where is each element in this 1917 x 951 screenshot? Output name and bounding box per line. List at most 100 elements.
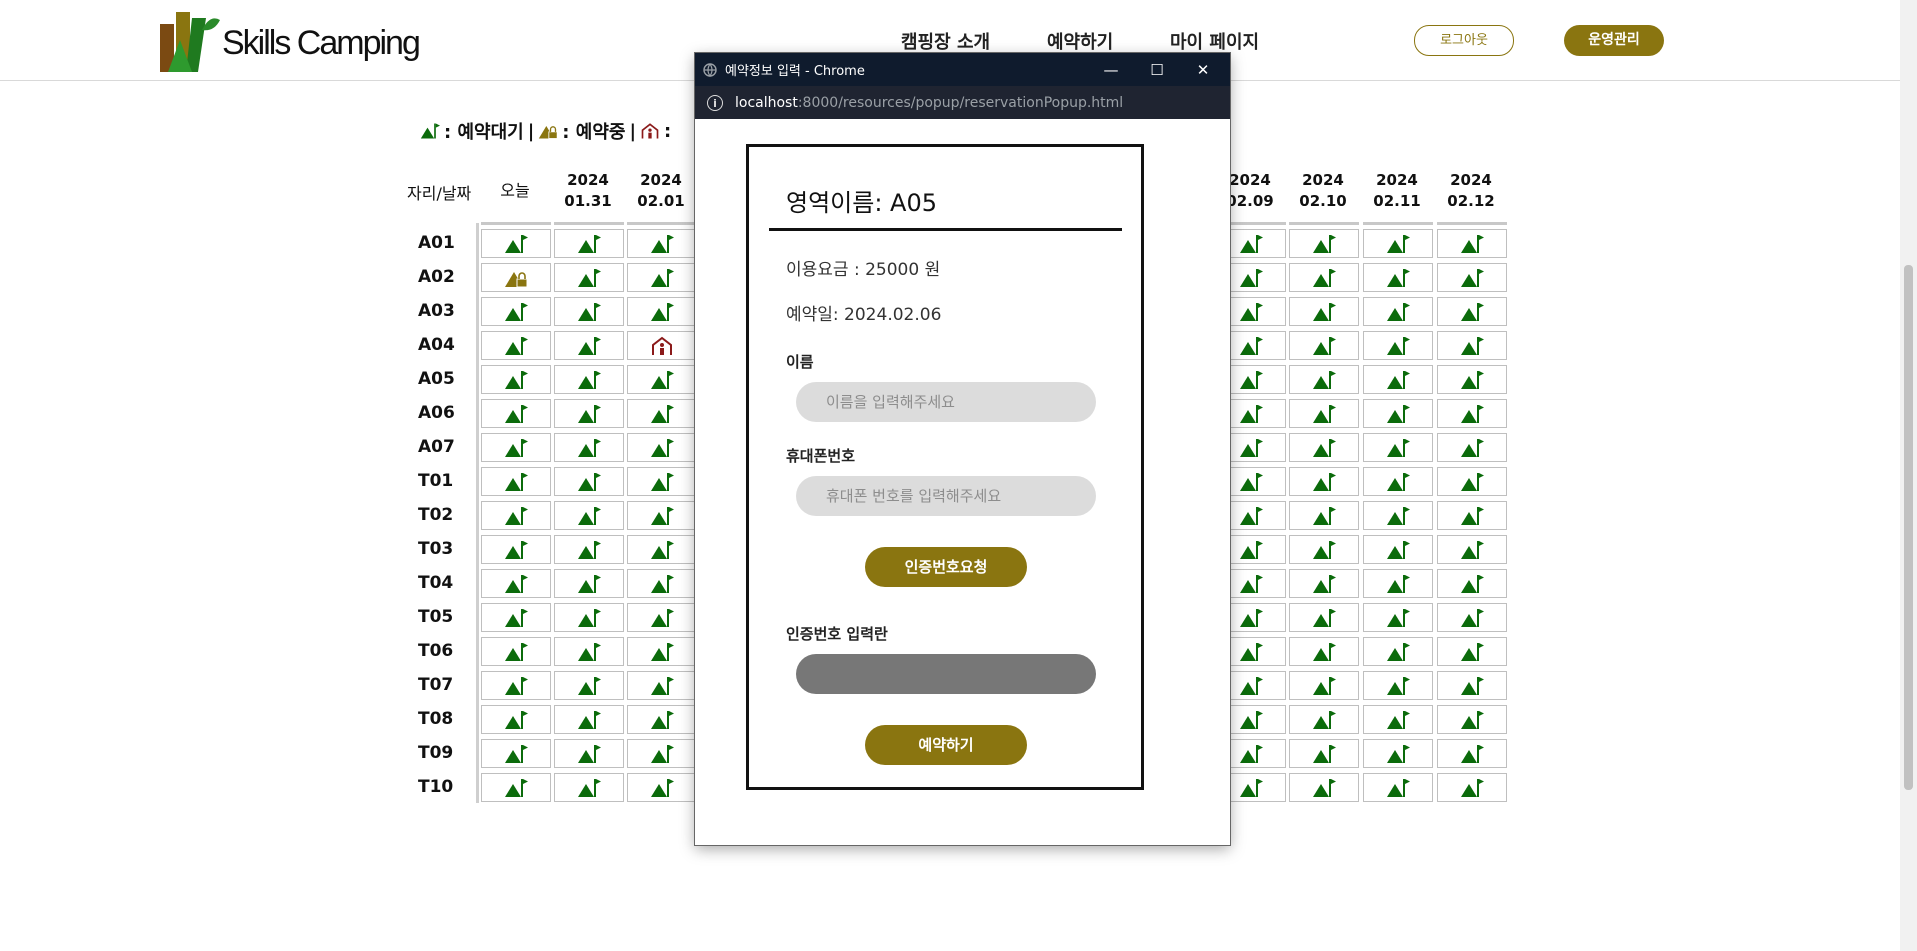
page-scrollbar[interactable]	[1900, 0, 1917, 951]
reservation-cell[interactable]	[554, 501, 624, 530]
reservation-cell[interactable]	[554, 739, 624, 768]
reservation-cell[interactable]	[554, 569, 624, 598]
reservation-cell[interactable]	[1437, 263, 1507, 292]
reservation-cell[interactable]	[1437, 671, 1507, 700]
reservation-cell[interactable]	[1437, 705, 1507, 734]
reservation-cell[interactable]	[627, 229, 697, 258]
reservation-cell[interactable]	[481, 705, 551, 734]
reservation-cell[interactable]	[1437, 501, 1507, 530]
reservation-cell[interactable]	[1363, 399, 1433, 428]
admin-button[interactable]: 운영관리	[1564, 25, 1664, 56]
reservation-cell[interactable]	[1363, 535, 1433, 564]
reservation-cell[interactable]	[1437, 297, 1507, 326]
reservation-cell[interactable]	[627, 535, 697, 564]
reservation-cell[interactable]	[481, 739, 551, 768]
reservation-cell[interactable]	[554, 263, 624, 292]
reservation-cell[interactable]	[1363, 263, 1433, 292]
reservation-cell[interactable]	[1289, 637, 1359, 666]
reservation-cell[interactable]	[1289, 229, 1359, 258]
reservation-cell[interactable]	[554, 603, 624, 632]
reservation-cell[interactable]	[554, 467, 624, 496]
reservation-cell[interactable]	[1437, 773, 1507, 802]
request-code-button[interactable]: 인증번호요청	[865, 547, 1027, 587]
code-input[interactable]	[796, 654, 1096, 694]
reservation-cell[interactable]	[1289, 433, 1359, 462]
reservation-cell[interactable]	[1363, 739, 1433, 768]
reservation-cell[interactable]	[1289, 603, 1359, 632]
reservation-cell[interactable]	[627, 399, 697, 428]
reservation-cell[interactable]	[1363, 365, 1433, 394]
reservation-cell[interactable]	[1437, 433, 1507, 462]
reservation-cell[interactable]	[481, 263, 551, 292]
submit-reservation-button[interactable]: 예약하기	[865, 725, 1027, 765]
reservation-cell[interactable]	[554, 297, 624, 326]
reservation-cell[interactable]	[1289, 297, 1359, 326]
name-input[interactable]	[796, 382, 1096, 422]
reservation-cell[interactable]	[554, 535, 624, 564]
reservation-cell[interactable]	[1289, 705, 1359, 734]
site-logo[interactable]: Skills Camping	[158, 10, 421, 76]
reservation-cell[interactable]	[481, 229, 551, 258]
reservation-cell[interactable]	[1437, 331, 1507, 360]
maximize-icon[interactable]: ☐	[1134, 53, 1180, 86]
close-icon[interactable]: ✕	[1180, 53, 1226, 86]
reservation-cell[interactable]	[481, 671, 551, 700]
reservation-cell[interactable]	[1363, 603, 1433, 632]
reservation-cell[interactable]	[1437, 399, 1507, 428]
reservation-cell[interactable]	[554, 637, 624, 666]
nav-reservation[interactable]: 예약하기	[1047, 28, 1113, 54]
reservation-cell[interactable]	[1437, 603, 1507, 632]
logout-button[interactable]: 로그아웃	[1414, 25, 1514, 56]
reservation-cell[interactable]	[627, 569, 697, 598]
reservation-cell[interactable]	[481, 467, 551, 496]
reservation-cell[interactable]	[1363, 671, 1433, 700]
reservation-cell[interactable]	[554, 433, 624, 462]
reservation-cell[interactable]	[1363, 467, 1433, 496]
reservation-cell[interactable]	[1363, 433, 1433, 462]
reservation-cell[interactable]	[481, 535, 551, 564]
reservation-cell[interactable]	[1437, 739, 1507, 768]
reservation-cell[interactable]	[1363, 773, 1433, 802]
reservation-cell[interactable]	[554, 705, 624, 734]
reservation-cell[interactable]	[481, 331, 551, 360]
reservation-cell[interactable]	[481, 603, 551, 632]
reservation-cell[interactable]	[554, 365, 624, 394]
reservation-cell[interactable]	[554, 229, 624, 258]
popup-address-bar[interactable]: i localhost:8000/resources/popup/reserva…	[695, 86, 1230, 119]
reservation-cell[interactable]	[481, 433, 551, 462]
reservation-cell[interactable]	[1437, 365, 1507, 394]
reservation-cell[interactable]	[627, 467, 697, 496]
reservation-cell[interactable]	[627, 671, 697, 700]
minimize-icon[interactable]: —	[1088, 53, 1134, 86]
reservation-cell[interactable]	[1437, 467, 1507, 496]
reservation-cell[interactable]	[1363, 229, 1433, 258]
reservation-cell[interactable]	[1289, 467, 1359, 496]
reservation-cell[interactable]	[481, 501, 551, 530]
scrollbar-thumb[interactable]	[1904, 265, 1913, 790]
popup-titlebar[interactable]: 예약정보 입력 - Chrome — ☐ ✕	[695, 53, 1230, 86]
phone-input[interactable]	[796, 476, 1096, 516]
reservation-cell[interactable]	[1289, 535, 1359, 564]
reservation-cell[interactable]	[554, 773, 624, 802]
reservation-cell[interactable]	[1437, 229, 1507, 258]
reservation-cell[interactable]	[1289, 671, 1359, 700]
reservation-cell[interactable]	[1289, 331, 1359, 360]
reservation-cell[interactable]	[481, 569, 551, 598]
reservation-cell[interactable]	[554, 399, 624, 428]
nav-camping-intro[interactable]: 캠핑장 소개	[901, 28, 990, 54]
reservation-cell[interactable]	[1437, 569, 1507, 598]
reservation-cell[interactable]	[627, 263, 697, 292]
reservation-cell[interactable]	[1289, 569, 1359, 598]
reservation-cell[interactable]	[627, 331, 697, 360]
reservation-cell[interactable]	[1363, 637, 1433, 666]
reservation-cell[interactable]	[1363, 501, 1433, 530]
reservation-cell[interactable]	[554, 671, 624, 700]
reservation-cell[interactable]	[1363, 297, 1433, 326]
reservation-cell[interactable]	[627, 365, 697, 394]
reservation-cell[interactable]	[1363, 569, 1433, 598]
reservation-cell[interactable]	[1289, 263, 1359, 292]
reservation-cell[interactable]	[1363, 705, 1433, 734]
reservation-cell[interactable]	[1289, 399, 1359, 428]
reservation-cell[interactable]	[627, 501, 697, 530]
reservation-cell[interactable]	[1363, 331, 1433, 360]
